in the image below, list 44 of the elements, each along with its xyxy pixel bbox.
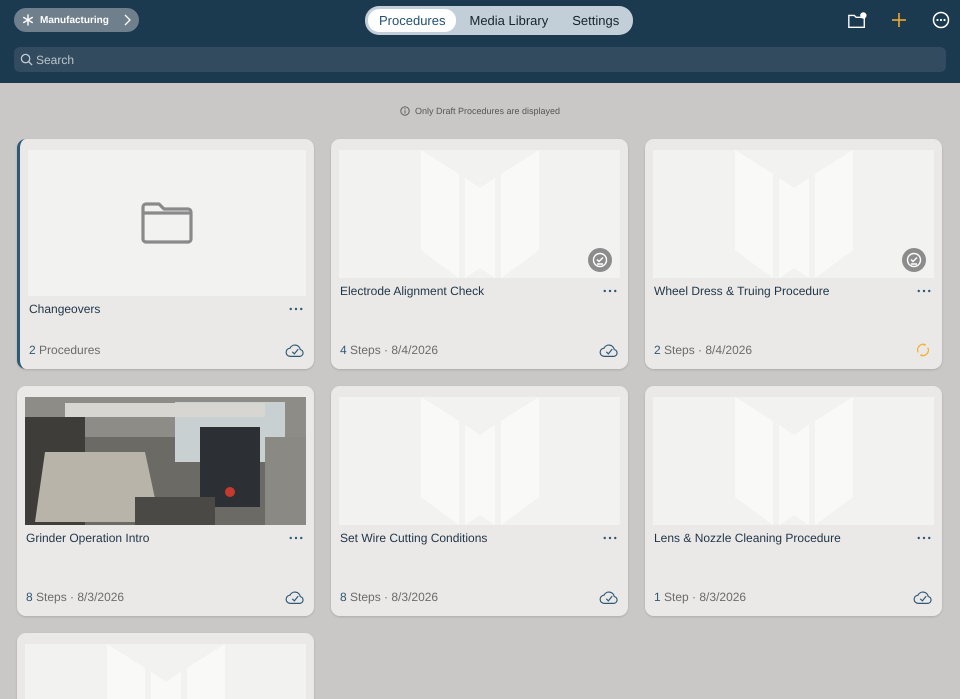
more-icon[interactable] [289, 536, 303, 540]
chevron-right-icon [122, 14, 131, 26]
card-title: Set Wire Cutting Conditions [340, 531, 488, 545]
card-title: Grinder Operation Intro [26, 531, 150, 545]
meta-text: Steps · 8/3/2026 [36, 590, 124, 604]
procedure-card[interactable]: Grinder Operation Intro 8 Steps · 8/3/2026 [17, 386, 314, 616]
count-text: 1 [654, 590, 661, 604]
tab[interactable]: Settings [561, 8, 630, 32]
card-title: Electrode Alignment Check [340, 284, 484, 298]
search-field[interactable]: Search [14, 47, 946, 72]
meta-text: Procedures [39, 343, 100, 357]
more-icon[interactable] [917, 536, 931, 540]
count-text: 8 [26, 590, 33, 604]
count-text: 4 [340, 343, 347, 357]
more-icon[interactable] [917, 289, 931, 293]
card-title: Wheel Dress & Truing Procedure [654, 284, 830, 298]
folder-card[interactable]: Changeovers 2 Procedures [17, 139, 314, 369]
procedure-card[interactable]: Electrode Alignment Check 4 Steps · 8/4/2026 [331, 139, 628, 369]
procedure-card[interactable]: Lens & Nozzle Cleaning Procedure 1 Step · 8/3/2026 [645, 386, 942, 616]
meta-text: Steps · 8/4/2026 [350, 343, 438, 357]
meta-text: Step · 8/3/2026 [664, 590, 746, 604]
folder-icon [140, 201, 194, 245]
count-text: 2 [654, 343, 661, 357]
procedure-card[interactable]: Set Wire Cutting Conditions 8 Steps · 8/3/2026 [331, 386, 628, 616]
meta-text: Steps · 8/4/2026 [664, 343, 752, 357]
more-icon[interactable] [931, 10, 951, 30]
more-icon[interactable] [603, 536, 617, 540]
more-icon[interactable] [289, 307, 303, 311]
folder-badge-icon[interactable] [847, 10, 867, 30]
procedure-card[interactable]: Wheel Dress & Truing Procedure 2 Steps · 8/4/2026 [645, 139, 942, 369]
card-title: Changeovers [29, 302, 100, 316]
info-icon [400, 106, 410, 116]
meta-text: Steps · 8/3/2026 [350, 590, 438, 604]
count-text: 2 [29, 343, 36, 357]
add-icon[interactable] [889, 10, 909, 30]
search-icon [20, 53, 33, 66]
more-icon[interactable] [603, 289, 617, 293]
snowflake-icon [22, 14, 34, 26]
tab[interactable]: Media Library [458, 8, 560, 32]
count-text: 8 [340, 590, 347, 604]
workspace-button[interactable]: Manufacturing [14, 8, 139, 32]
tab[interactable]: Procedures [368, 8, 456, 32]
card-title: Lens & Nozzle Cleaning Procedure [654, 531, 841, 545]
notice-text: Only Draft Procedures are displayed [414, 106, 560, 116]
